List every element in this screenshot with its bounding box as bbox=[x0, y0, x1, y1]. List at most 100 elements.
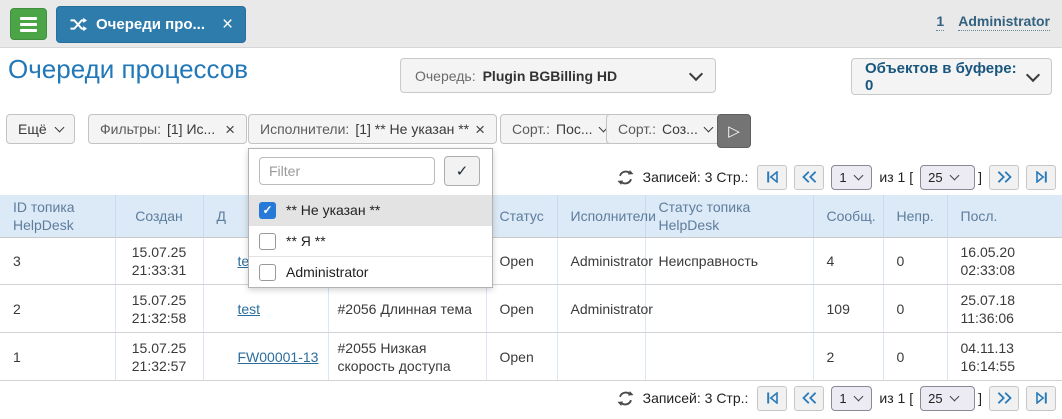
play-icon: ▷ bbox=[728, 122, 740, 140]
column-header: Посл. bbox=[947, 195, 1062, 238]
table-cell: Administrator bbox=[557, 285, 645, 333]
table-cell bbox=[557, 333, 645, 381]
table-cell: 2 bbox=[813, 333, 883, 381]
column-header: ID топика HelpDesk bbox=[0, 195, 115, 238]
filters-chip[interactable]: Фильтры: [1] Ис... × bbox=[88, 114, 247, 144]
menu-button[interactable] bbox=[10, 8, 47, 40]
table-row: 115.07.25 21:32:57FW00001-13#2055 Низкая… bbox=[0, 333, 1062, 381]
shuffle-icon bbox=[69, 17, 87, 32]
first-page-button[interactable] bbox=[757, 165, 787, 190]
of-label: из 1 [ bbox=[879, 390, 913, 406]
sort-first-chip[interactable]: Сорт.: Пос... bbox=[500, 114, 619, 144]
executors-dropdown: ✓ ✓ ** Не указан ** ** Я ** Administrator bbox=[248, 148, 493, 288]
column-header: Статус bbox=[486, 195, 557, 238]
table-cell: Неисправность bbox=[645, 238, 813, 285]
table-cell: Open bbox=[486, 285, 557, 333]
tab-process-queues[interactable]: Очереди про... × bbox=[56, 6, 246, 43]
prev-page-button[interactable] bbox=[794, 386, 824, 411]
dropdown-item[interactable]: ** Я ** bbox=[249, 225, 492, 256]
page-size-select[interactable]: 25 bbox=[920, 386, 975, 411]
buffer-dropdown-button[interactable]: Объектов в буфере: 0 bbox=[851, 58, 1052, 95]
apply-filter-button[interactable]: ✓ bbox=[444, 156, 480, 186]
tab-close-icon[interactable]: × bbox=[222, 15, 233, 34]
column-header: Исполнители bbox=[557, 195, 645, 238]
page-size-value: 25 bbox=[928, 170, 942, 185]
bracket-label: ] bbox=[978, 390, 982, 406]
checkbox-unchecked-icon[interactable] bbox=[259, 264, 276, 281]
dropdown-item-label: ** Я ** bbox=[286, 233, 326, 249]
table-cell: #2055 Низкая скорость доступа bbox=[328, 333, 486, 381]
table-row: 215.07.25 21:32:58 test #2056 Длинная тема… bbox=[0, 285, 1062, 333]
page-select-value: 1 bbox=[839, 391, 846, 406]
executors-chip-value: [1] ** Не указан ** bbox=[355, 121, 469, 137]
user-links: 1 Administrator bbox=[936, 13, 1050, 31]
table-cell: 15.07.25 21:32:57 bbox=[115, 333, 203, 381]
column-header: Статус топика HelpDesk bbox=[645, 195, 813, 238]
sort-second-chip[interactable]: Сорт.: Соз... bbox=[606, 114, 724, 144]
sort-first-label: Сорт.: bbox=[512, 121, 550, 137]
chevron-down-icon bbox=[853, 391, 863, 401]
refresh-icon[interactable] bbox=[616, 167, 636, 187]
filters-chip-close-icon[interactable]: × bbox=[225, 121, 235, 138]
filters-chip-value: [1] Ис... bbox=[167, 121, 215, 137]
dropdown-item-label: ** Не указан ** bbox=[286, 202, 380, 218]
chevron-down-icon bbox=[853, 170, 863, 180]
page-select[interactable]: 1 bbox=[831, 386, 872, 411]
next-page-button[interactable] bbox=[989, 165, 1019, 190]
checkbox-checked-icon[interactable]: ✓ bbox=[259, 202, 276, 219]
table-cell: #2056 Длинная тема bbox=[328, 285, 486, 333]
table-cell: 16.05.20 02:33:08 bbox=[947, 238, 1062, 285]
chevron-down-icon bbox=[703, 122, 713, 132]
next-page-button[interactable] bbox=[989, 386, 1019, 411]
buffer-label: Объектов в буфере: 0 bbox=[865, 60, 1028, 94]
chevron-down-icon bbox=[949, 391, 959, 401]
prev-page-button[interactable] bbox=[794, 165, 824, 190]
user-name-link[interactable]: Administrator bbox=[958, 13, 1050, 31]
table-cell: 3 bbox=[0, 238, 115, 285]
table-header-row: ID топика HelpDeskСозданДСтатусИсполните… bbox=[0, 195, 1062, 238]
queue-select-value: Plugin BGBilling HD bbox=[483, 68, 618, 84]
dropdown-item-label: Administrator bbox=[286, 264, 368, 280]
records-label: Записей: 3 Стр.: bbox=[643, 169, 749, 185]
sort-second-label: Сорт.: bbox=[618, 121, 656, 137]
run-button[interactable]: ▷ bbox=[717, 114, 751, 148]
last-page-button[interactable] bbox=[1026, 386, 1056, 411]
dropdown-item[interactable]: ✓ ** Не указан ** bbox=[249, 195, 492, 225]
last-page-button[interactable] bbox=[1026, 165, 1056, 190]
page-size-value: 25 bbox=[928, 391, 942, 406]
table-cell: 15.07.25 21:32:58 bbox=[115, 285, 203, 333]
column-header: Сообщ. bbox=[813, 195, 883, 238]
table-cell: 0 bbox=[883, 285, 947, 333]
queue-select[interactable]: Очередь: Plugin BGBilling HD bbox=[400, 58, 716, 93]
sort-second-value: Соз... bbox=[662, 121, 698, 137]
table-cell: Open bbox=[486, 238, 557, 285]
row-link[interactable]: test bbox=[238, 301, 261, 317]
table-cell: 2 bbox=[0, 285, 115, 333]
more-button[interactable]: Ещё bbox=[6, 114, 75, 144]
table-cell: test bbox=[203, 285, 328, 333]
page-size-select[interactable]: 25 bbox=[920, 165, 975, 190]
first-page-button[interactable] bbox=[757, 386, 787, 411]
top-bar: Очереди про... × 1 Administrator bbox=[0, 0, 1062, 48]
table-cell: 0 bbox=[883, 238, 947, 285]
app-window: Очереди про... × 1 Administrator Очереди… bbox=[0, 0, 1062, 419]
pagination-bottom: Записей: 3 Стр.: 1 из 1 [ 25 ] bbox=[616, 384, 1056, 412]
page-select[interactable]: 1 bbox=[831, 165, 872, 190]
page-title: Очереди процессов bbox=[8, 54, 248, 85]
executors-chip-close-icon[interactable]: × bbox=[475, 121, 485, 138]
column-header: Создан bbox=[115, 195, 203, 238]
user-count-link[interactable]: 1 bbox=[936, 13, 944, 31]
executors-chip[interactable]: Исполнители: [1] ** Не указан ** × bbox=[248, 114, 497, 144]
table-cell bbox=[645, 333, 813, 381]
dropdown-filter-input[interactable] bbox=[259, 157, 435, 185]
table-cell: 04.11.13 16:14:55 bbox=[947, 333, 1062, 381]
bracket-label: ] bbox=[978, 169, 982, 185]
dropdown-item[interactable]: Administrator bbox=[249, 256, 492, 287]
table-cell: 0 bbox=[883, 333, 947, 381]
checkbox-unchecked-icon[interactable] bbox=[259, 233, 276, 250]
row-link[interactable]: FW00001-13 bbox=[238, 349, 319, 365]
refresh-icon[interactable] bbox=[616, 388, 636, 408]
records-label: Записей: 3 Стр.: bbox=[643, 390, 749, 406]
table-cell: 109 bbox=[813, 285, 883, 333]
of-label: из 1 [ bbox=[879, 169, 913, 185]
